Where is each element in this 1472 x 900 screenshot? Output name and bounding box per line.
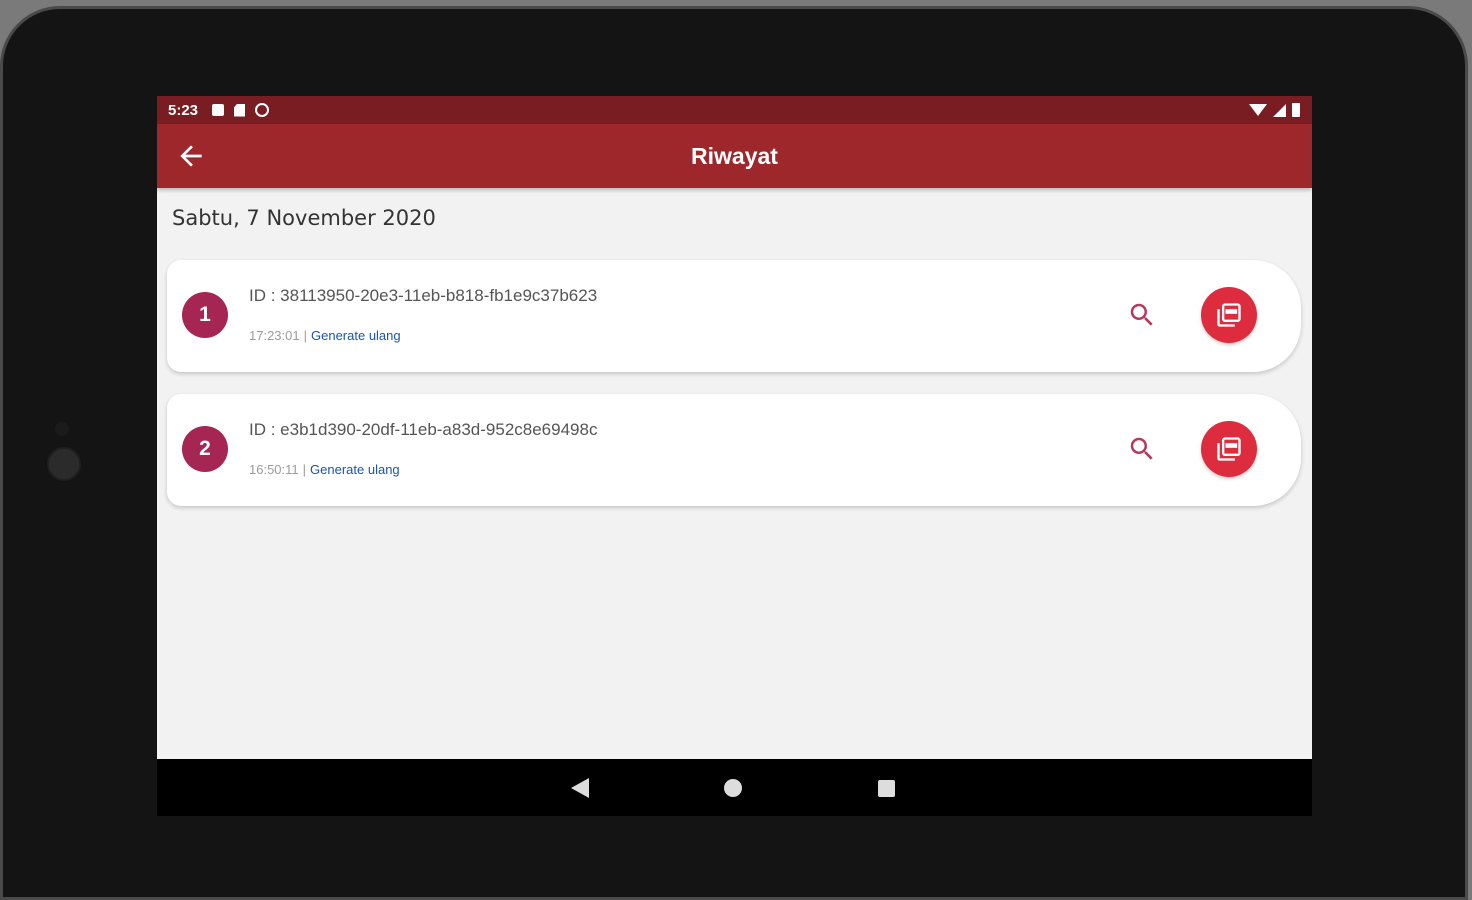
system-navigation-bar [157,759,1312,816]
wifi-icon [1249,104,1267,116]
item-separator: | [302,462,307,477]
battery-icon [1292,103,1300,117]
date-heading: Sabtu, 7 November 2020 [172,206,436,230]
item-number-badge: 1 [182,292,228,338]
history-item[interactable]: 1 ID : 38113950-20e3-11eb-b818-fb1e9c37b… [167,260,1301,372]
pdf-file-icon [1217,437,1241,461]
pdf-button[interactable] [1201,421,1257,477]
status-system-icons [1249,103,1300,117]
sd-card-icon [234,103,246,117]
generate-ulang-link[interactable]: Generate ulang [311,328,401,343]
history-list: 1 ID : 38113950-20e3-11eb-b818-fb1e9c37b… [167,260,1301,528]
status-notification-icons [212,103,270,117]
pdf-file-icon [1217,303,1241,327]
cell-signal-icon [1273,103,1286,117]
notification-app-icon [212,104,225,116]
history-item[interactable]: 2 ID : e3b1d390-20df-11eb-a83d-952c8e694… [167,394,1301,506]
front-camera [47,447,81,481]
search-icon [1130,303,1153,326]
nav-recents-button[interactable] [878,780,895,797]
status-time: 5:23 [168,101,199,119]
sync-icon [255,103,270,117]
item-time: 16:50:11 [249,462,299,477]
search-icon [1130,437,1153,460]
nav-home-button[interactable] [724,779,742,797]
page-title: Riwayat [691,143,778,169]
item-time: 17:23:01 [249,328,300,343]
item-meta: 17:23:01 | Generate ulang [249,328,401,343]
app-bar: Riwayat [157,124,1312,188]
sensor-dot [55,422,69,436]
item-number-badge: 2 [182,426,228,472]
item-id: ID : e3b1d390-20df-11eb-a83d-952c8e69498… [249,420,598,439]
nav-back-button[interactable] [571,778,589,802]
item-id: ID : 38113950-20e3-11eb-b818-fb1e9c37b62… [249,286,598,305]
item-separator: | [303,328,307,343]
triangle-back-icon [571,778,589,798]
app-screen: 5:23 Riwayat Sabtu, 7 November 2020 1 ID… [157,96,1312,816]
view-button[interactable] [1127,300,1157,330]
status-bar: 5:23 [157,96,1312,124]
item-meta: 16:50:11 | Generate ulang [249,462,400,477]
view-button[interactable] [1127,434,1157,464]
generate-ulang-link[interactable]: Generate ulang [310,462,400,477]
pdf-button[interactable] [1201,287,1257,343]
